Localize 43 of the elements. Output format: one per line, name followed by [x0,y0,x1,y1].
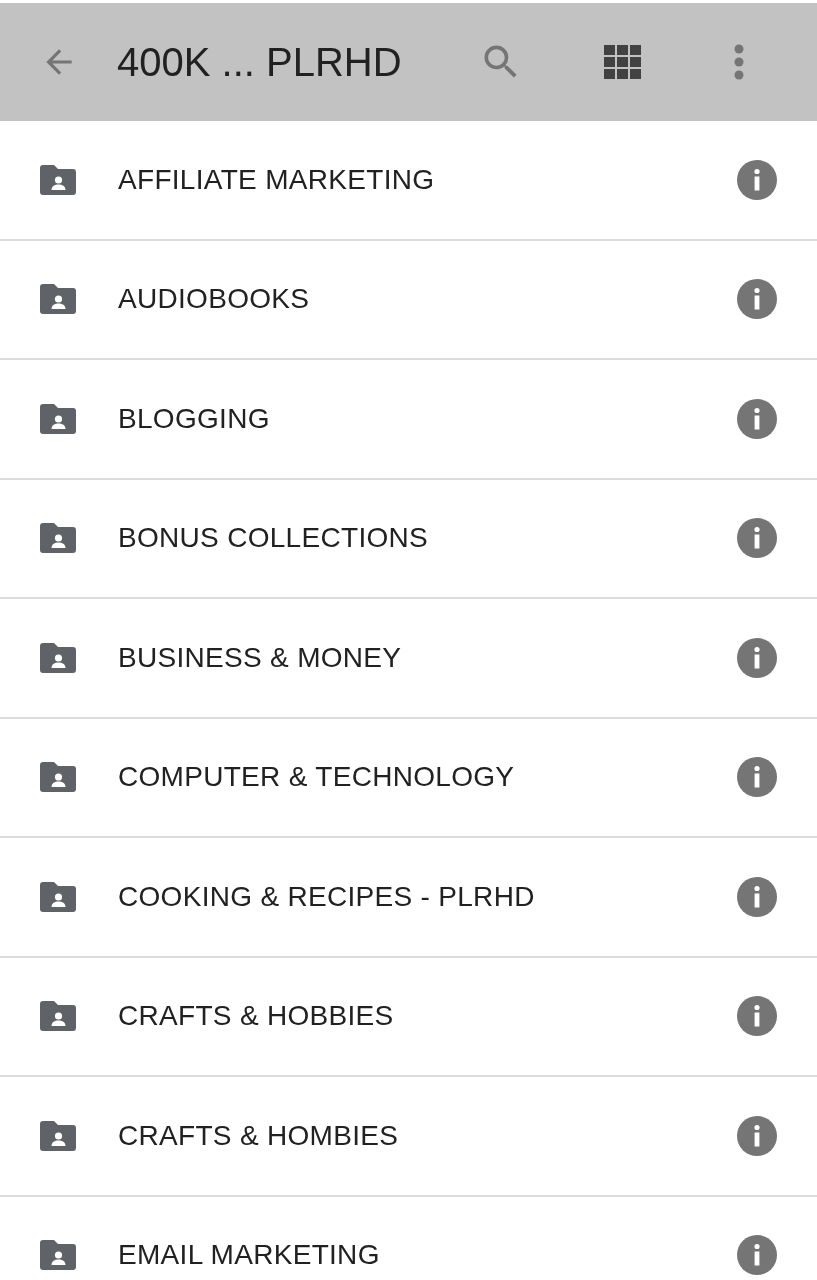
folder-row[interactable]: CRAFTS & HOMBIES [0,1077,817,1197]
folder-name: AFFILIATE MARKETING [118,163,436,196]
folder-row[interactable]: COOKING & RECIPES - PLRHD [0,838,817,958]
info-icon[interactable] [737,518,777,559]
grid-view-icon[interactable] [604,45,642,79]
info-icon[interactable] [737,279,777,320]
folder-row[interactable]: BONUS COLLECTIONS [0,479,817,599]
folder-row[interactable]: AUDIOBOOKS [0,240,817,360]
folder-row[interactable]: CRAFTS & HOBBIES [0,957,817,1077]
info-icon[interactable] [737,637,777,678]
info-icon[interactable] [737,1115,777,1156]
folder-row[interactable]: EMAIL MARKETING [0,1196,817,1280]
folder-row[interactable]: BLOGGING [0,360,817,480]
info-icon[interactable] [737,996,777,1037]
folder-name: CRAFTS & HOMBIES [118,1119,400,1152]
folder-name: CRAFTS & HOBBIES [118,1000,395,1033]
folder-name: BONUS COLLECTIONS [118,522,430,555]
info-icon[interactable] [737,757,777,798]
folder-row[interactable]: BUSINESS & MONEY [0,599,817,719]
folder-name: BLOGGING [118,402,271,435]
shared-folder-icon [40,642,76,673]
shared-folder-icon [40,403,76,434]
info-icon[interactable] [737,398,777,439]
shared-folder-icon [40,1120,76,1151]
info-icon[interactable] [737,1235,777,1276]
folder-row[interactable]: COMPUTER & TECHNOLOGY [0,718,817,838]
shared-folder-icon [40,1240,76,1271]
shared-folder-icon [40,523,76,554]
shared-folder-icon [40,881,76,912]
more-options-icon[interactable] [734,44,744,80]
folder-title: 400K ... PLRHD [117,39,403,85]
folder-name: COOKING & RECIPES - PLRHD [118,880,536,913]
shared-folder-icon [40,284,76,315]
folder-row[interactable]: AFFILIATE MARKETING [0,121,817,241]
info-icon[interactable] [737,876,777,917]
folder-name: AUDIOBOOKS [118,283,311,316]
shared-folder-icon [40,762,76,793]
folder-name: EMAIL MARKETING [118,1239,381,1272]
folder-name: BUSINESS & MONEY [118,641,403,674]
info-icon[interactable] [737,159,777,200]
shared-folder-icon [40,1001,76,1032]
folder-name: COMPUTER & TECHNOLOGY [118,761,516,794]
shared-folder-icon [40,164,76,195]
